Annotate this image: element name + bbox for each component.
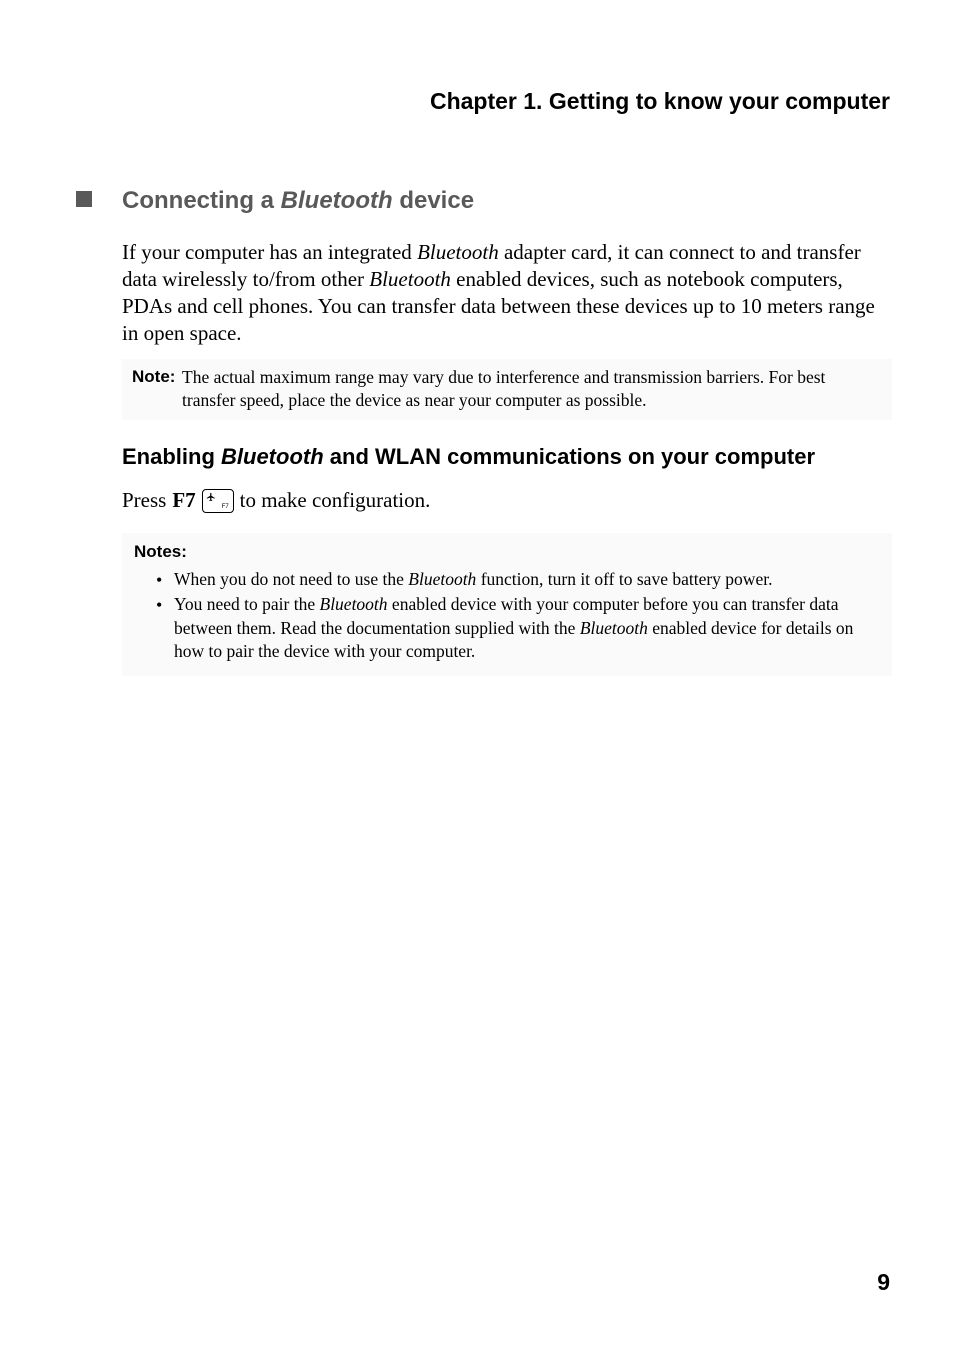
notes-list: When you do not need to use the Bluetoot…	[134, 568, 880, 664]
body-text-italic: Bluetooth	[369, 267, 451, 291]
sub-heading-post: and WLAN communications on your computer	[324, 444, 815, 469]
chapter-title: Chapter 1. Getting to know your computer	[62, 88, 892, 115]
sub-heading-italic: Bluetooth	[221, 444, 324, 469]
section-connecting-bluetooth: Connecting a Bluetooth device If your co…	[62, 187, 892, 676]
body-text: If your computer has an integrated	[122, 240, 417, 264]
note-label: Note:	[132, 367, 175, 386]
airplane-key-icon: F7	[202, 489, 234, 513]
note-box: Note: The actual maximum range may vary …	[122, 359, 892, 421]
section-bullet-icon	[76, 191, 92, 207]
note-item-italic: Bluetooth	[408, 569, 476, 589]
sub-heading: Enabling Bluetooth and WLAN communicatio…	[122, 444, 892, 470]
airplane-icon	[206, 492, 216, 502]
list-item: You need to pair the Bluetooth enabled d…	[156, 593, 880, 663]
note-item-text: function, turn it off to save battery po…	[476, 569, 772, 589]
section-heading: Connecting a Bluetooth device	[122, 187, 892, 215]
notes-box: Notes: When you do not need to use the B…	[122, 533, 892, 676]
note-item-text: When you do not need to use the	[174, 569, 408, 589]
body-paragraph: If your computer has an integrated Bluet…	[122, 239, 892, 347]
instruction-line: Press F7 F7 to make configuration.	[122, 488, 892, 513]
key-sublabel: F7	[222, 504, 229, 510]
instruction-key: F7	[172, 488, 195, 513]
body-text-italic: Bluetooth	[417, 240, 499, 264]
heading-text-pre: Connecting a	[122, 187, 281, 214]
note-text: The actual maximum range may vary due to…	[132, 366, 882, 412]
note-item-italic: Bluetooth	[580, 618, 648, 638]
heading-text-italic: Bluetooth	[281, 187, 393, 214]
notes-label: Notes:	[134, 541, 880, 564]
note-item-italic: Bluetooth	[320, 594, 388, 614]
instruction-pre: Press	[122, 488, 166, 513]
instruction-post: to make configuration.	[240, 488, 431, 513]
page-number: 9	[877, 1269, 890, 1296]
sub-heading-pre: Enabling	[122, 444, 221, 469]
list-item: When you do not need to use the Bluetoot…	[156, 568, 880, 591]
heading-text-post: device	[393, 187, 474, 214]
note-item-text: You need to pair the	[174, 594, 320, 614]
